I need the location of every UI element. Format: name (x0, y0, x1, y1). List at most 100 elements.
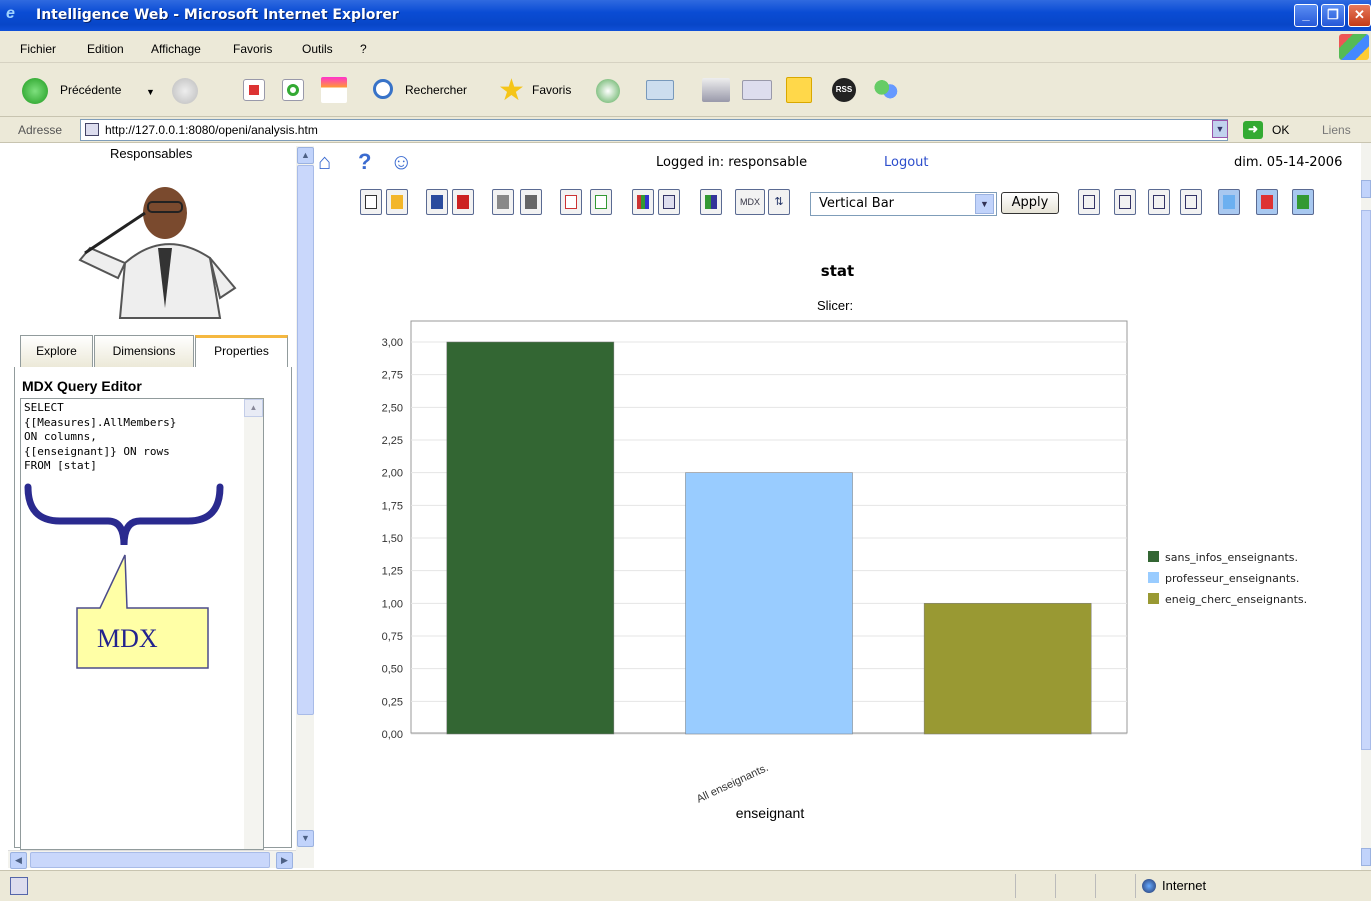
minimize-button[interactable]: _ (1294, 4, 1318, 27)
favorites-star-icon[interactable]: ★ (498, 73, 525, 108)
bar-eneig-cherc-enseignants (923, 603, 1092, 735)
panel-title: Responsables (110, 146, 193, 161)
messenger-icon[interactable] (872, 77, 900, 103)
scroll-left-icon[interactable]: ◀ (10, 852, 27, 869)
window-title: Intelligence Web - Microsoft Internet Ex… (36, 7, 399, 23)
status-zone: Internet (1162, 878, 1207, 893)
excel-icon[interactable] (590, 189, 612, 215)
search-button-label[interactable]: Rechercher (405, 83, 467, 97)
y-tick-label: 1,25 (382, 566, 403, 578)
status-divider (1095, 874, 1096, 898)
open-icon[interactable] (386, 189, 408, 215)
menu-outils[interactable]: Outils (302, 42, 333, 56)
favorites-button-label[interactable]: Favoris (532, 83, 571, 97)
status-divider (1055, 874, 1056, 898)
splitter-up-icon[interactable]: ▲ (297, 147, 314, 164)
back-dropdown-icon[interactable]: ▼ (146, 87, 155, 97)
title-bar: e Intelligence Web - Microsoft Internet … (0, 0, 1371, 31)
links-button[interactable]: Liens (1322, 123, 1351, 137)
pdf-icon[interactable] (560, 189, 582, 215)
download-icon[interactable] (1292, 189, 1314, 215)
history-icon[interactable] (596, 79, 620, 103)
save-as-icon[interactable] (452, 189, 474, 215)
mail-icon[interactable] (646, 80, 674, 100)
menu-edition[interactable]: Edition (87, 42, 124, 56)
scroll-thumb[interactable] (30, 852, 270, 868)
chart-title: stat (820, 262, 855, 280)
stop-icon[interactable] (243, 79, 265, 101)
splitter-down-icon[interactable]: ▼ (297, 830, 314, 847)
tab-dimensions[interactable]: Dimensions (94, 335, 194, 367)
hierarchy-icon[interactable] (1078, 189, 1100, 215)
menu-help[interactable]: ? (360, 42, 367, 56)
back-button-label[interactable]: Précédente (60, 83, 121, 97)
help-icon[interactable]: ? (358, 149, 371, 175)
right-scroll-thumb[interactable] (1361, 210, 1371, 750)
y-tick-label: 1,00 (382, 598, 403, 610)
page-icon (85, 123, 99, 136)
mdx-icon[interactable]: MDX (735, 189, 765, 215)
notes-icon[interactable] (786, 77, 812, 103)
go-button[interactable]: OK (1272, 123, 1289, 137)
chart-table-icon[interactable] (700, 189, 722, 215)
search-icon[interactable] (373, 79, 393, 99)
tab-explore[interactable]: Explore (20, 335, 93, 367)
address-input[interactable]: http://127.0.0.1:8080/openi/analysis.htm (80, 119, 1228, 141)
y-tick-label: 2,00 (382, 468, 403, 480)
scroll-right-icon[interactable]: ▶ (276, 852, 293, 869)
legend-swatch (1148, 572, 1159, 583)
chart-subtitle: Slicer: (816, 298, 854, 313)
address-bar: Adresse http://127.0.0.1:8080/openi/anal… (0, 117, 1371, 143)
address-dropdown-icon[interactable]: ▼ (1212, 120, 1228, 138)
right-scroll-up-icon[interactable] (1361, 180, 1371, 198)
presenter-illustration (78, 187, 237, 319)
tab-properties[interactable]: Properties (195, 335, 288, 368)
status-divider (1015, 874, 1016, 898)
delete-icon[interactable] (492, 189, 514, 215)
print-icon[interactable] (702, 78, 730, 102)
y-tick-label: 1,50 (382, 533, 403, 545)
swap-axes-icon[interactable] (1180, 189, 1202, 215)
splitter-thumb[interactable] (297, 165, 314, 715)
sort-icon[interactable]: ⇅ (768, 189, 790, 215)
home-icon[interactable] (321, 77, 347, 103)
print-icon[interactable] (520, 189, 542, 215)
save-icon[interactable] (426, 189, 448, 215)
menu-affichage[interactable]: Affichage (151, 42, 201, 56)
logout-link[interactable]: Logout (884, 155, 929, 170)
users-icon[interactable]: ☺ (390, 149, 412, 175)
y-axis-ticks: 0,00 0,25 0,50 0,75 1,00 1,25 1,50 1,75 2,00 2,25… (382, 337, 403, 741)
legend-label: professeur_enseignants. (1165, 572, 1299, 585)
y-tick-label: 2,75 (382, 370, 403, 382)
y-tick-label: 2,25 (382, 435, 403, 447)
chart-icon[interactable] (632, 189, 654, 215)
right-scroll-down-icon[interactable] (1361, 848, 1371, 866)
chart-type-select[interactable]: Vertical Bar (810, 192, 997, 216)
address-url[interactable]: http://127.0.0.1:8080/openi/analysis.htm (105, 123, 318, 137)
maximize-button[interactable]: ❐ (1321, 4, 1345, 27)
drill-icon[interactable] (1256, 189, 1278, 215)
new-icon[interactable] (360, 189, 382, 215)
back-arrow-icon[interactable] (22, 78, 48, 104)
grid-icon[interactable] (1148, 189, 1170, 215)
menu-fichier[interactable]: Fichier (20, 42, 56, 56)
edit-icon[interactable] (742, 80, 772, 100)
left-hscrollbar[interactable]: ◀ ▶ (8, 850, 298, 869)
logged-in-text: Logged in: responsable (656, 155, 808, 170)
mdx-scrollbar[interactable] (244, 399, 263, 849)
windows-logo-icon (1339, 34, 1369, 60)
page-status-icon (10, 877, 28, 895)
home-icon[interactable]: ⌂ (318, 149, 331, 175)
go-arrow-icon[interactable]: ➜ (1243, 121, 1263, 139)
rss-icon[interactable]: RSS (832, 78, 856, 102)
forward-arrow-icon[interactable] (172, 78, 198, 104)
chart-type-dropdown-icon[interactable]: ▼ (975, 194, 994, 214)
menu-favoris[interactable]: Favoris (233, 42, 272, 56)
close-button[interactable]: ✕ (1348, 4, 1371, 27)
apply-button[interactable]: Apply (1001, 192, 1059, 214)
expand-icon[interactable] (1218, 189, 1240, 215)
refresh-icon[interactable] (282, 79, 304, 101)
columns-icon[interactable] (1114, 189, 1136, 215)
table-icon[interactable] (658, 189, 680, 215)
scroll-up-icon[interactable]: ▲ (244, 399, 263, 417)
